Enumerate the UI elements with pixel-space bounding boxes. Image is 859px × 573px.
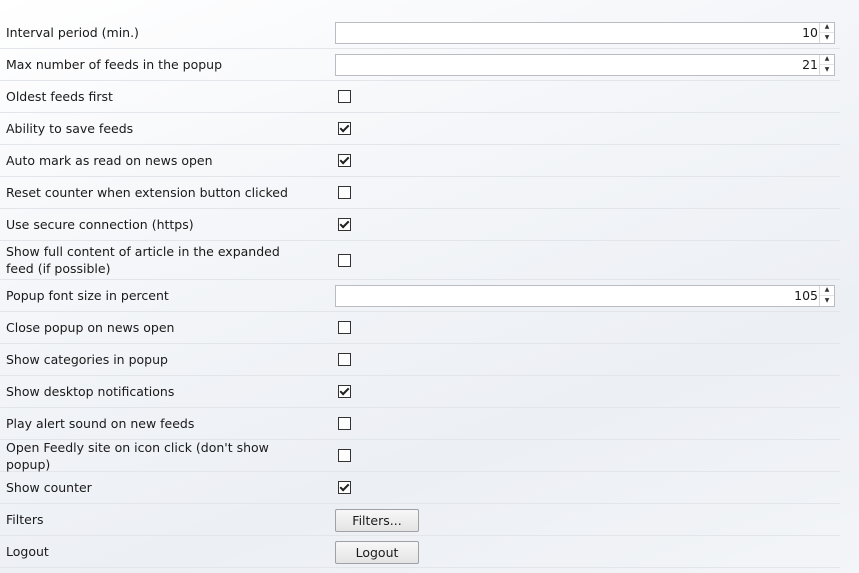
- alert-sound-label: Play alert sound on new feeds: [6, 416, 195, 431]
- open-feedly-site-label: Open Feedly site on icon click (don't sh…: [6, 439, 269, 472]
- setting-row-open-feedly-site: Open Feedly site on icon click (don't sh…: [0, 440, 840, 472]
- spin-down-icon[interactable]: ▼: [820, 64, 834, 75]
- close-popup-checkbox[interactable]: [338, 321, 351, 334]
- filters-button[interactable]: Filters...: [335, 509, 419, 532]
- spin-down-icon[interactable]: ▼: [820, 295, 834, 306]
- filters-control: Filters...: [335, 504, 419, 535]
- auto-mark-read-checkbox[interactable]: [338, 154, 351, 167]
- max-feeds-spinbox[interactable]: ▲ ▼: [335, 53, 835, 76]
- auto-mark-read-label: Auto mark as read on news open: [6, 153, 213, 168]
- oldest-first-checkbox[interactable]: [338, 90, 351, 103]
- save-feeds-label: Ability to save feeds: [6, 121, 134, 136]
- setting-row-show-categories: Show categories in popup: [0, 344, 840, 376]
- setting-row-full-content: Show full content of article in the expa…: [0, 241, 840, 280]
- max-feeds-input[interactable]: [336, 55, 820, 74]
- popup-font-size-input[interactable]: [336, 286, 820, 305]
- popup-font-size-spinbox[interactable]: ▲ ▼: [335, 284, 835, 307]
- setting-row-desktop-notifications: Show desktop notifications: [0, 376, 840, 408]
- setting-row-show-counter: Show counter: [0, 472, 840, 504]
- logout-label: Logout: [6, 544, 49, 559]
- alert-sound-control: [335, 408, 351, 439]
- setting-row-popup-font-size: Popup font size in percent ▲ ▼: [0, 280, 840, 312]
- secure-connection-label: Use secure connection (https): [6, 217, 194, 232]
- interval-period-control: ▲ ▼: [335, 17, 835, 48]
- full-content-checkbox[interactable]: [338, 253, 351, 267]
- save-feeds-control: [335, 113, 351, 144]
- open-feedly-site-control: [335, 440, 351, 471]
- show-categories-control: [335, 344, 351, 375]
- oldest-first-label: Oldest feeds first: [6, 89, 113, 104]
- logout-button[interactable]: Logout: [335, 541, 419, 564]
- max-feeds-label: Max number of feeds in the popup: [6, 57, 223, 72]
- popup-font-size-control: ▲ ▼: [335, 280, 835, 311]
- spin-up-icon[interactable]: ▲: [820, 55, 834, 65]
- desktop-notifications-control: [335, 376, 351, 407]
- desktop-notifications-label: Show desktop notifications: [6, 384, 175, 399]
- setting-row-close-popup: Close popup on news open: [0, 312, 840, 344]
- spin-up-icon[interactable]: ▲: [820, 286, 834, 296]
- full-content-control: [335, 241, 351, 279]
- setting-row-reset-counter: Reset counter when extension button clic…: [0, 177, 840, 209]
- show-counter-checkbox[interactable]: [338, 481, 351, 494]
- popup-font-size-spin-buttons: ▲ ▼: [819, 285, 834, 306]
- secure-connection-control: [335, 209, 351, 240]
- reset-counter-label: Reset counter when extension button clic…: [6, 185, 288, 200]
- show-counter-label: Show counter: [6, 480, 92, 495]
- setting-row-max-feeds: Max number of feeds in the popup ▲ ▼: [0, 49, 840, 81]
- settings-panel: Interval period (min.) ▲ ▼ Max number of…: [0, 0, 840, 568]
- setting-row-interval-period: Interval period (min.) ▲ ▼: [0, 17, 840, 49]
- open-feedly-site-checkbox[interactable]: [338, 449, 351, 462]
- max-feeds-control: ▲ ▼: [335, 49, 835, 80]
- setting-row-logout: Logout Logout: [0, 536, 840, 568]
- close-popup-control: [335, 312, 351, 343]
- logout-control: Logout: [335, 536, 419, 567]
- setting-row-oldest-first: Oldest feeds first: [0, 81, 840, 113]
- interval-period-label: Interval period (min.): [6, 25, 139, 40]
- close-popup-label: Close popup on news open: [6, 320, 175, 335]
- show-counter-control: [335, 472, 351, 503]
- oldest-first-control: [335, 81, 351, 112]
- auto-mark-read-control: [335, 145, 351, 176]
- filters-label: Filters: [6, 512, 44, 527]
- alert-sound-checkbox[interactable]: [338, 417, 351, 430]
- setting-row-auto-mark-read: Auto mark as read on news open: [0, 145, 840, 177]
- reset-counter-control: [335, 177, 351, 208]
- setting-row-alert-sound: Play alert sound on new feeds: [0, 408, 840, 440]
- setting-row-save-feeds: Ability to save feeds: [0, 113, 840, 145]
- show-categories-checkbox[interactable]: [338, 353, 351, 366]
- popup-font-size-label: Popup font size in percent: [6, 288, 169, 303]
- save-feeds-checkbox[interactable]: [338, 122, 351, 135]
- interval-period-input[interactable]: [336, 23, 820, 42]
- spin-up-icon[interactable]: ▲: [820, 23, 834, 33]
- desktop-notifications-checkbox[interactable]: [338, 385, 351, 398]
- max-feeds-spin-buttons: ▲ ▼: [819, 54, 834, 75]
- full-content-label: Show full content of article in the expa…: [6, 244, 280, 276]
- secure-connection-checkbox[interactable]: [338, 218, 351, 231]
- setting-row-secure-connection: Use secure connection (https): [0, 209, 840, 241]
- interval-period-spin-buttons: ▲ ▼: [819, 22, 834, 43]
- reset-counter-checkbox[interactable]: [338, 186, 351, 199]
- show-categories-label: Show categories in popup: [6, 352, 168, 367]
- setting-row-filters: Filters Filters...: [0, 504, 840, 536]
- interval-period-spinbox[interactable]: ▲ ▼: [335, 21, 835, 44]
- spin-down-icon[interactable]: ▼: [820, 32, 834, 43]
